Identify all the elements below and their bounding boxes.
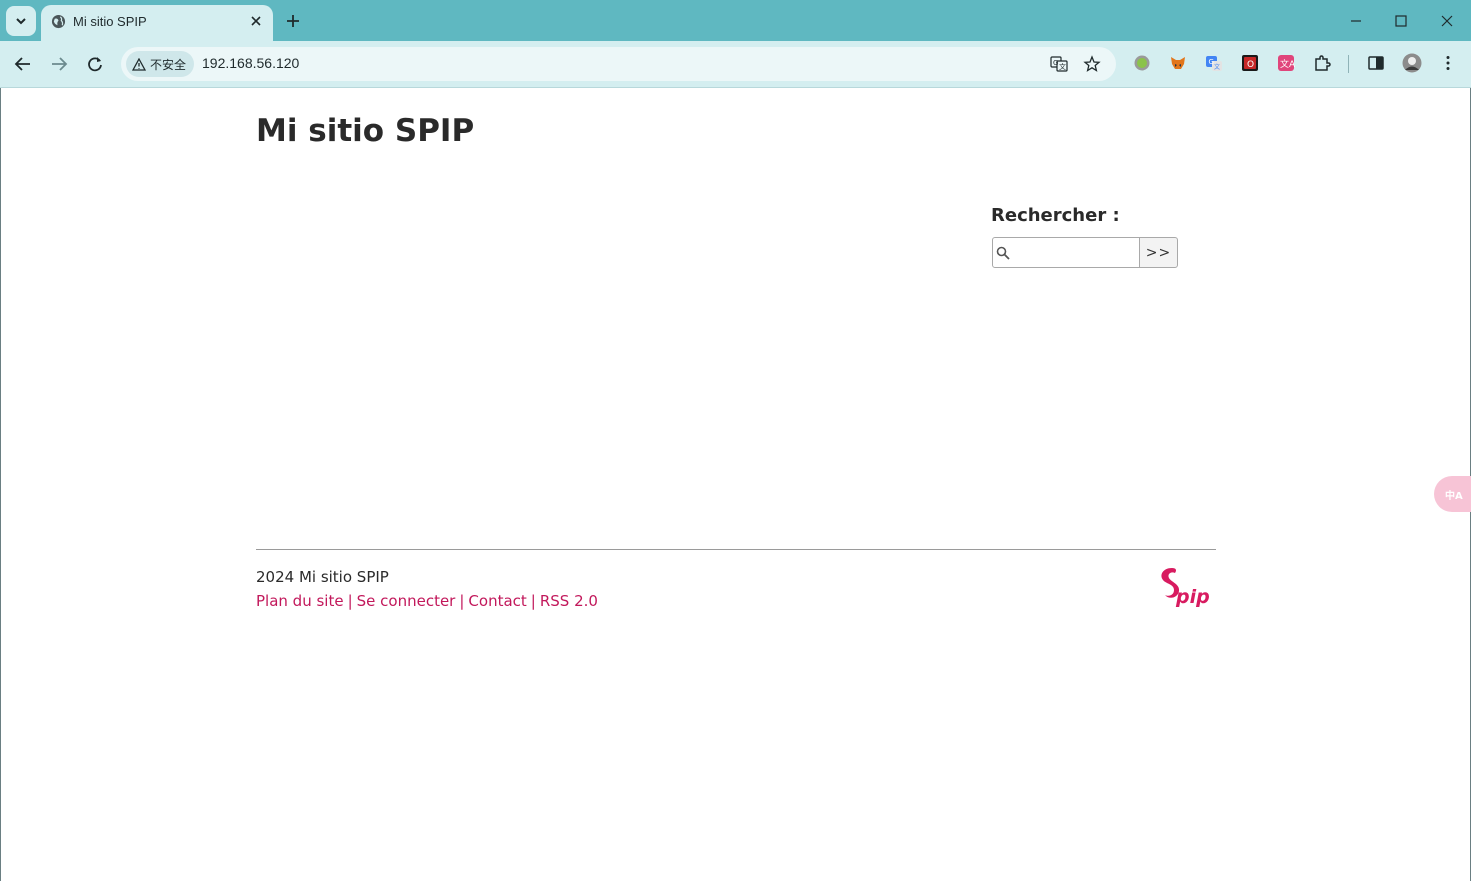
bookmark-star-icon[interactable] <box>1083 55 1101 73</box>
toolbar-separator <box>1348 55 1349 73</box>
globe-icon <box>51 14 66 29</box>
svg-text:pip: pip <box>1175 586 1210 608</box>
search-label: Rechercher : <box>991 205 1120 226</box>
minimize-icon[interactable] <box>1346 11 1366 31</box>
svg-text:文: 文 <box>1059 62 1066 71</box>
close-icon[interactable] <box>249 14 263 28</box>
pink-translate-extension-icon[interactable]: 文A <box>1277 54 1295 72</box>
browser-tab[interactable]: Mi sitio SPIP <box>41 5 273 41</box>
window-border <box>0 88 1 881</box>
footer-link-separator: | <box>347 592 353 610</box>
floating-translate-button[interactable]: 中A <box>1434 476 1471 512</box>
footer-link-sitemap[interactable]: Plan du site <box>256 592 344 610</box>
new-tab-button[interactable] <box>283 11 303 31</box>
search-input[interactable] <box>993 238 1139 267</box>
forward-arrow-icon[interactable] <box>48 53 70 75</box>
footer-link-contact[interactable]: Contact <box>468 592 526 610</box>
footer-copyright: 2024 Mi sitio SPIP <box>256 568 389 586</box>
footer-links: Plan du site | Se connecter | Contact | RSS 2.… <box>256 592 598 610</box>
footer-link-separator: | <box>530 592 536 610</box>
search-icon <box>996 246 1010 260</box>
footer-link-rss[interactable]: RSS 2.0 <box>540 592 598 610</box>
site-title[interactable]: Mi sitio SPIP <box>256 113 474 149</box>
svg-text:O: O <box>1247 60 1254 70</box>
red-o-extension-icon[interactable]: O <box>1241 54 1259 72</box>
url-text[interactable]: 192.168.56.120 <box>202 55 299 71</box>
address-bar[interactable]: 不安全 192.168.56.120 G 文 <box>121 47 1116 81</box>
back-arrow-icon[interactable] <box>12 53 34 75</box>
puzzle-extensions-icon[interactable] <box>1313 54 1331 72</box>
translate-icon: 中A <box>1445 489 1463 502</box>
svg-text:文: 文 <box>1214 63 1220 71</box>
svg-text:G: G <box>1053 59 1058 67</box>
warning-icon <box>132 57 146 71</box>
chevron-down-icon <box>16 18 26 25</box>
side-panel-icon[interactable] <box>1367 54 1385 72</box>
google-translate-icon[interactable]: G文 <box>1205 54 1223 72</box>
circle-extension-icon[interactable] <box>1133 54 1151 72</box>
svg-text:文A: 文A <box>1280 58 1295 70</box>
search-field[interactable] <box>992 237 1140 268</box>
kebab-menu-icon[interactable] <box>1439 54 1457 72</box>
spip-logo[interactable]: pip <box>1158 565 1216 609</box>
search-submit-button[interactable]: >> <box>1139 237 1178 268</box>
footer-link-login[interactable]: Se connecter <box>357 592 456 610</box>
svg-text:中A: 中A <box>1445 489 1463 502</box>
metamask-icon[interactable] <box>1169 54 1187 72</box>
footer-divider <box>256 549 1216 550</box>
tab-search-button[interactable] <box>6 6 36 36</box>
footer-link-separator: | <box>459 592 465 610</box>
reload-icon[interactable] <box>84 53 106 75</box>
window-close-icon[interactable] <box>1437 11 1457 31</box>
maximize-icon[interactable] <box>1391 11 1411 31</box>
profile-avatar[interactable] <box>1402 53 1422 73</box>
translate-page-icon[interactable]: G 文 <box>1050 55 1068 73</box>
security-chip-label: 不安全 <box>150 57 187 72</box>
security-chip[interactable]: 不安全 <box>126 51 195 77</box>
tab-title: Mi sitio SPIP <box>73 14 147 29</box>
browser-toolbar: 不安全 192.168.56.120 G 文 G文 O 文A <box>0 41 1471 88</box>
browser-titlebar: Mi sitio SPIP <box>0 0 1471 41</box>
